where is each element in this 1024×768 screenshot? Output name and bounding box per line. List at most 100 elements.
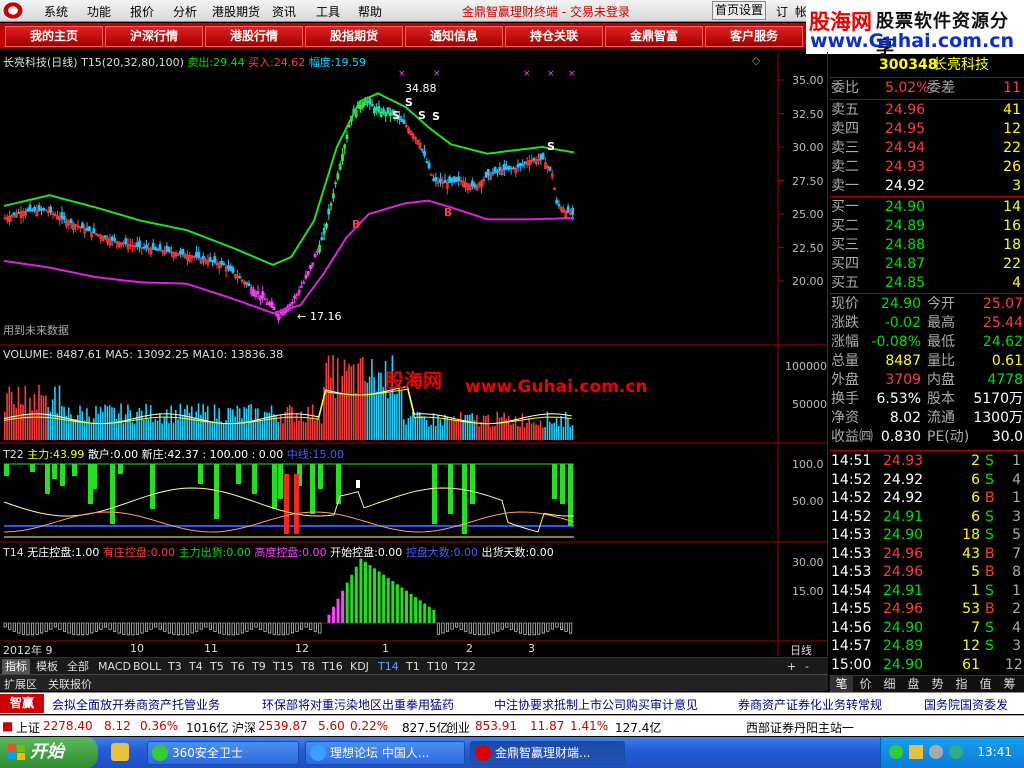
indicator-tab-BOLL[interactable]: BOLL (130, 659, 164, 674)
zoom-in-button[interactable]: + (784, 659, 799, 674)
t14-bar (327, 614, 331, 624)
indicator-tab-T22[interactable]: T22 (452, 659, 479, 674)
taskbar-item-terminal[interactable]: 金鼎智赢理财端... (470, 741, 625, 765)
quote-tab-6[interactable]: 值 (974, 676, 997, 692)
menu-help[interactable]: 帮助 (358, 3, 382, 20)
menu-analysis[interactable]: 分析 (173, 3, 197, 20)
menu-news[interactable]: 资讯 (272, 3, 296, 20)
subscribe-button[interactable]: 订 (776, 3, 788, 20)
candle-body (156, 249, 160, 251)
volume-bar (58, 385, 61, 440)
nav-notices[interactable]: 通知信息 (405, 26, 503, 47)
tray-app-icon[interactable] (949, 745, 963, 759)
nav-jinding-wealth[interactable]: 金鼎智富 (605, 26, 703, 47)
nav-hk-quotes[interactable]: 港股行情 (205, 26, 303, 47)
chart-options-icon[interactable]: ◇ (752, 54, 760, 67)
indicator-tab-全部[interactable]: 全部 (64, 659, 92, 674)
volume-bar (124, 414, 127, 440)
menu-function[interactable]: 功能 (87, 3, 111, 20)
indicator-tab-T16[interactable]: T16 (319, 659, 346, 674)
quote-tab-7[interactable]: 筹 (998, 676, 1021, 692)
zoom-out-button[interactable]: - (802, 659, 812, 674)
menu-tools[interactable]: 工具 (316, 3, 340, 20)
taskbar-item-360[interactable]: 360安全卫士 (147, 741, 299, 765)
tray-360-icon[interactable] (889, 745, 903, 759)
broker-server[interactable]: 西部证券丹阳主站一 (746, 719, 854, 736)
indicator-tab-模板[interactable]: 模板 (33, 659, 61, 674)
indicator-tab-T6[interactable]: T6 (228, 659, 248, 674)
indicator-tab-KDJ[interactable]: KDJ (347, 659, 372, 674)
indicator-tab-T15[interactable]: T15 (270, 659, 297, 674)
news-item[interactable]: 中注协要求抵制上市公司购买审计意见 (494, 696, 698, 713)
t14-value-5: 0.00 (453, 546, 479, 559)
indicator-tab-T3[interactable]: T3 (165, 659, 185, 674)
candle-body (208, 257, 212, 262)
tick-extra: 12 (1005, 656, 1023, 673)
home-settings-button[interactable]: 首页设置 (712, 1, 766, 20)
nav-holdings[interactable]: 持仓关联 (505, 26, 603, 47)
chart-area[interactable]: × × × × × 长亮科技(日线) T15(20,32,80,100) 卖出:29.4… (0, 52, 828, 658)
ask-level-label: 卖三 (831, 140, 859, 156)
t22-header: T22 主力:43.99 散户:0.00 新庄:42.37 : 100.00 :… (3, 446, 344, 462)
t14-value-2: 0.00 (226, 546, 251, 559)
quote-tab-4[interactable]: 势 (926, 676, 949, 692)
tray-network-icon[interactable] (909, 745, 923, 759)
divider (829, 196, 1024, 197)
news-item[interactable]: 券商资产证券化业务转常规 (738, 696, 882, 713)
indicator-tab-指标[interactable]: 指标 (2, 659, 30, 674)
show-desktop-icon[interactable] (111, 743, 129, 761)
sz-value: 2539.87 (258, 719, 308, 733)
t14-bar (44, 622, 48, 632)
volume-bar (289, 405, 291, 440)
nav-index-futures[interactable]: 股指期货 (305, 26, 403, 47)
index-bar: ■ 上证 2278.40 8.12 0.36% 1016亿 沪深 2539.87… (0, 715, 1024, 736)
watermark-url: www.Guhai.com.cn (465, 377, 648, 397)
menu-hk-futures[interactable]: 港股期货 (212, 3, 260, 20)
news-item[interactable]: 环保部将对重污染地区出重拳用猛药 (262, 696, 454, 713)
t14-bar (113, 622, 117, 632)
indicator-tab-T5[interactable]: T5 (207, 659, 227, 674)
extension-area-tab[interactable]: 扩展区 (4, 676, 37, 692)
indicator-tab-T8[interactable]: T8 (298, 659, 318, 674)
t22-bar (45, 464, 50, 494)
indicator-tab-T1[interactable]: T1 (403, 659, 423, 674)
t14-bar (90, 622, 94, 634)
volume-bar (494, 425, 496, 440)
volume-bar (282, 423, 284, 440)
nav-sh-sz-quotes[interactable]: 沪深行情 (105, 26, 203, 47)
indicator-tab-T9[interactable]: T9 (249, 659, 269, 674)
t22-bar (72, 464, 77, 476)
indicator-tab-MACD[interactable]: MACD (95, 659, 134, 674)
taskbar-item-forum[interactable]: 理想论坛 中国人... (305, 741, 465, 765)
menu-quote[interactable]: 报价 (130, 3, 154, 20)
related-quotes-tab[interactable]: 关联报价 (48, 676, 92, 692)
volume-tick: 100000 (785, 360, 827, 373)
stat-label: 净资 (831, 410, 859, 426)
quote-tab-0[interactable]: 笔 (830, 676, 853, 692)
volume-bar (526, 422, 528, 440)
indicator-tab-T10[interactable]: T10 (424, 659, 451, 674)
chart-header: 长亮科技(日线) T15(20,32,80,100) 卖出:29.44 买入:2… (3, 54, 366, 70)
taskbar-label: 理想论坛 中国人... (330, 746, 430, 760)
ticker-logo: 智赢 (0, 694, 44, 713)
nav-customer-service[interactable]: 客户服务 (705, 26, 803, 47)
menu-system[interactable]: 系统 (44, 3, 68, 20)
t22-v2: : 0.00 (251, 448, 284, 461)
news-item[interactable]: 国务院国资委发 (924, 696, 1008, 713)
quote-tab-2[interactable]: 细 (878, 676, 901, 692)
quote-tab-3[interactable]: 盘 (902, 676, 925, 692)
news-item[interactable]: 会拟全面放开券商资产托管业务 (52, 696, 220, 713)
volume-bar (469, 414, 471, 440)
nav-my-home[interactable]: 我的主页 (5, 26, 103, 47)
stat-label: 总量 (831, 353, 859, 369)
quote-tab-1[interactable]: 价 (854, 676, 877, 692)
start-button[interactable]: 开始 (0, 737, 98, 768)
volume-bar (243, 407, 245, 440)
quote-tab-5[interactable]: 指 (950, 676, 973, 692)
indicator-tab-T14[interactable]: T14 (375, 659, 402, 674)
volume-bar (261, 420, 264, 440)
sell-value: 29.44 (213, 56, 245, 69)
tray-volume-icon[interactable] (929, 745, 943, 759)
period-label[interactable]: 日线 (790, 642, 812, 658)
indicator-tab-T4[interactable]: T4 (186, 659, 206, 674)
